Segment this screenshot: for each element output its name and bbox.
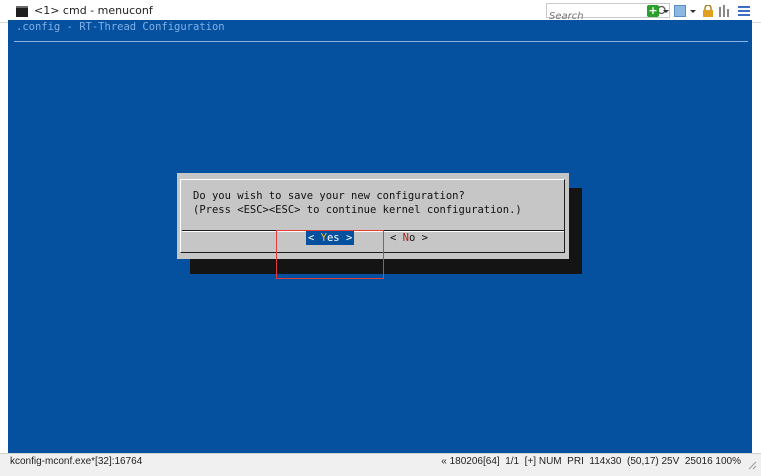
dialog-line-2: (Press <ESC><ESC> to continue kernel con… <box>193 204 522 216</box>
console-icon <box>16 6 28 17</box>
bars-icon[interactable] <box>719 5 729 17</box>
console-status: « 180206[64] 1/1 [+] NUM PRI 114x30 (50,… <box>441 456 741 467</box>
dialog-message: Do you wish to save your new configurati… <box>193 189 522 217</box>
panel-icon[interactable] <box>674 5 686 17</box>
lock-icon[interactable] <box>702 5 714 17</box>
dropdown-icon[interactable] <box>662 5 670 17</box>
dropdown-icon-2[interactable] <box>689 5 697 17</box>
status-bar: kconfig-mconf.exe*[32]:16764 « 180206[64… <box>0 453 761 476</box>
header-divider <box>14 41 748 42</box>
yes-left-bracket: < <box>308 232 321 244</box>
no-button[interactable]: < No > <box>390 231 428 245</box>
yes-button[interactable]: < Yes > <box>306 231 355 245</box>
yes-right-bracket: > <box>339 232 353 244</box>
save-config-dialog: Do you wish to save your new configurati… <box>177 173 569 259</box>
yes-label: es <box>326 232 340 244</box>
window-title: <1> cmd - menuconf <box>34 4 153 17</box>
dialog-line-1: Do you wish to save your new configurati… <box>193 190 465 202</box>
menu-icon[interactable] <box>738 5 750 17</box>
add-tab-icon[interactable]: + <box>647 5 659 17</box>
menuconfig-header: .config - RT-Thread Configuration <box>16 21 225 33</box>
process-info: kconfig-mconf.exe*[32]:16764 <box>10 456 143 467</box>
dialog-separator-highlight <box>182 231 564 232</box>
no-left-bracket: < <box>390 232 403 244</box>
resize-grip-icon[interactable] <box>747 460 757 470</box>
no-right-bracket: > <box>415 232 428 244</box>
